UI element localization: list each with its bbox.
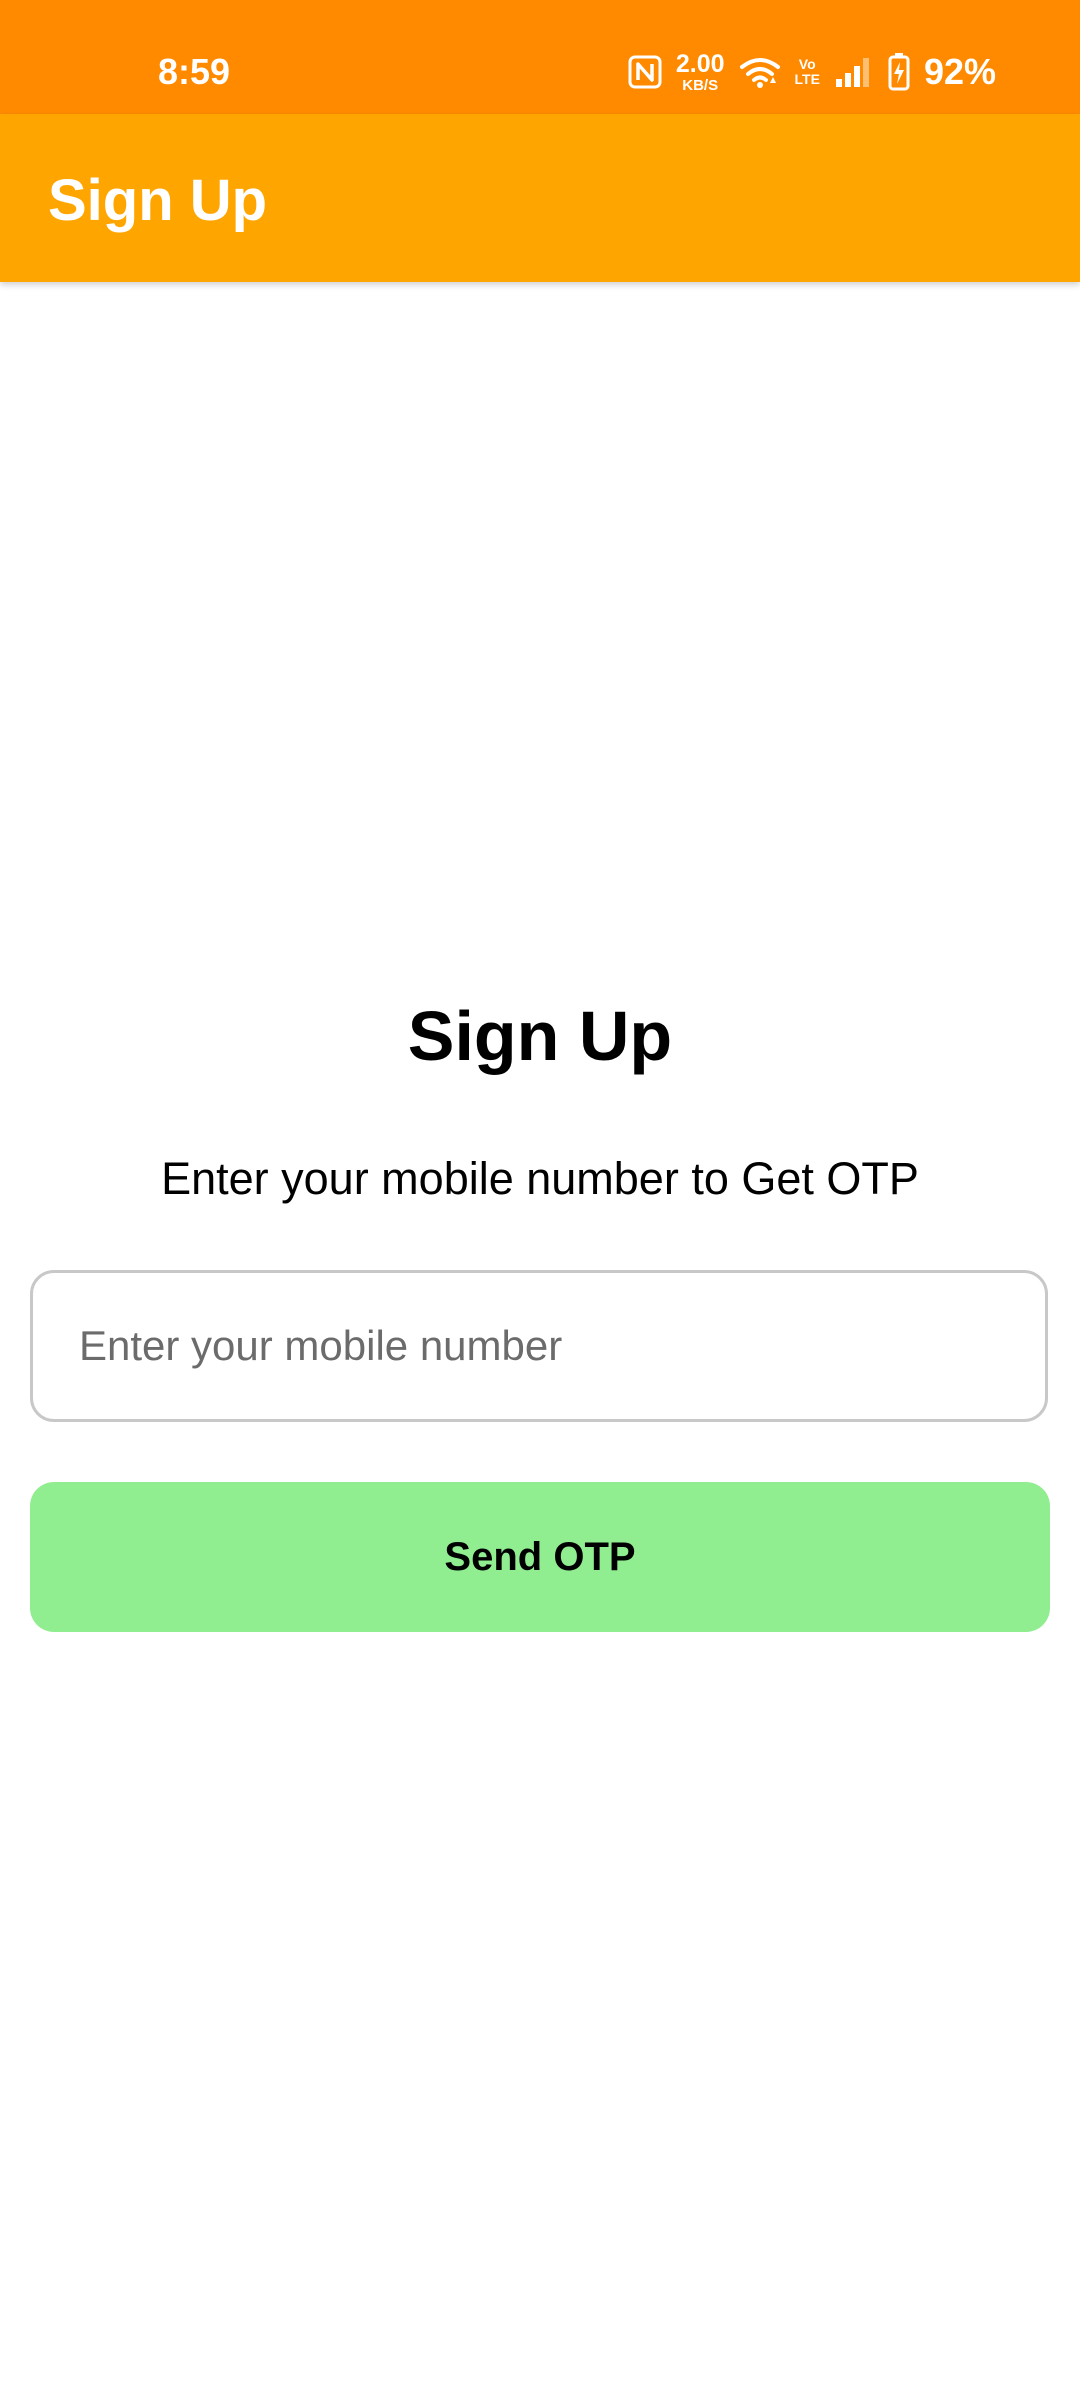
- battery-charging-icon: [888, 53, 910, 91]
- network-speed-value: 2.00: [675, 49, 725, 78]
- nfc-icon: [628, 55, 662, 89]
- network-speed-unit: KB/S: [682, 76, 719, 94]
- battery-percent: 92%: [923, 51, 996, 92]
- status-icons: 2.00 KB/S Vo LTE 92%: [628, 46, 996, 98]
- network-speed: 2.00 KB/S: [675, 49, 725, 94]
- app-bar: Sign Up: [0, 114, 1080, 282]
- status-bar: 8:59 2.00 KB/S Vo LTE 92%: [0, 0, 1080, 114]
- page-heading: Sign Up: [407, 997, 673, 1075]
- wifi-icon: [739, 55, 781, 89]
- volte-icon: Vo LTE: [795, 57, 820, 87]
- volte-bottom-label: LTE: [794, 71, 820, 87]
- page-subtitle: Enter your mobile number to Get OTP: [161, 1153, 919, 1204]
- send-otp-button[interactable]: Send OTP: [30, 1482, 1050, 1632]
- app-bar-title: Sign Up: [48, 168, 268, 233]
- volte-top-label: Vo: [798, 56, 816, 72]
- signal-icon: [834, 55, 874, 89]
- mobile-number-input[interactable]: [30, 1270, 1048, 1422]
- status-time: 8:59: [158, 51, 231, 92]
